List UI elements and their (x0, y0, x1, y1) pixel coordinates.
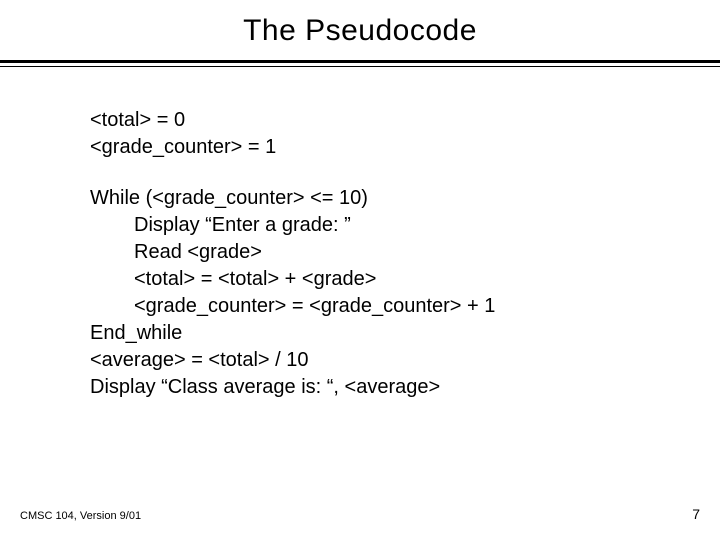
code-line: Display “Class average is: “, <average> (90, 374, 650, 401)
content-area: <total> = 0 <grade_counter> = 1 While (<… (0, 67, 720, 401)
code-line: Display “Enter a grade: ” (90, 212, 650, 239)
code-line: <grade_counter> = 1 (90, 134, 650, 161)
slide: The Pseudocode <total> = 0 <grade_counte… (0, 0, 720, 540)
code-line: End_while (90, 320, 650, 347)
loop-block: While (<grade_counter> <= 10) Display “E… (90, 185, 650, 401)
slide-title: The Pseudocode (0, 0, 720, 48)
code-line: While (<grade_counter> <= 10) (90, 185, 650, 212)
title-rule (0, 60, 720, 67)
code-line: Read <grade> (90, 239, 650, 266)
rule-thick (0, 60, 720, 63)
code-line: <average> = <total> / 10 (90, 347, 650, 374)
init-block: <total> = 0 <grade_counter> = 1 (90, 107, 650, 161)
footer-left: CMSC 104, Version 9/01 (20, 510, 141, 522)
code-line: <total> = <total> + <grade> (90, 266, 650, 293)
page-number: 7 (692, 506, 700, 522)
code-line: <total> = 0 (90, 107, 650, 134)
code-line: <grade_counter> = <grade_counter> + 1 (90, 293, 650, 320)
